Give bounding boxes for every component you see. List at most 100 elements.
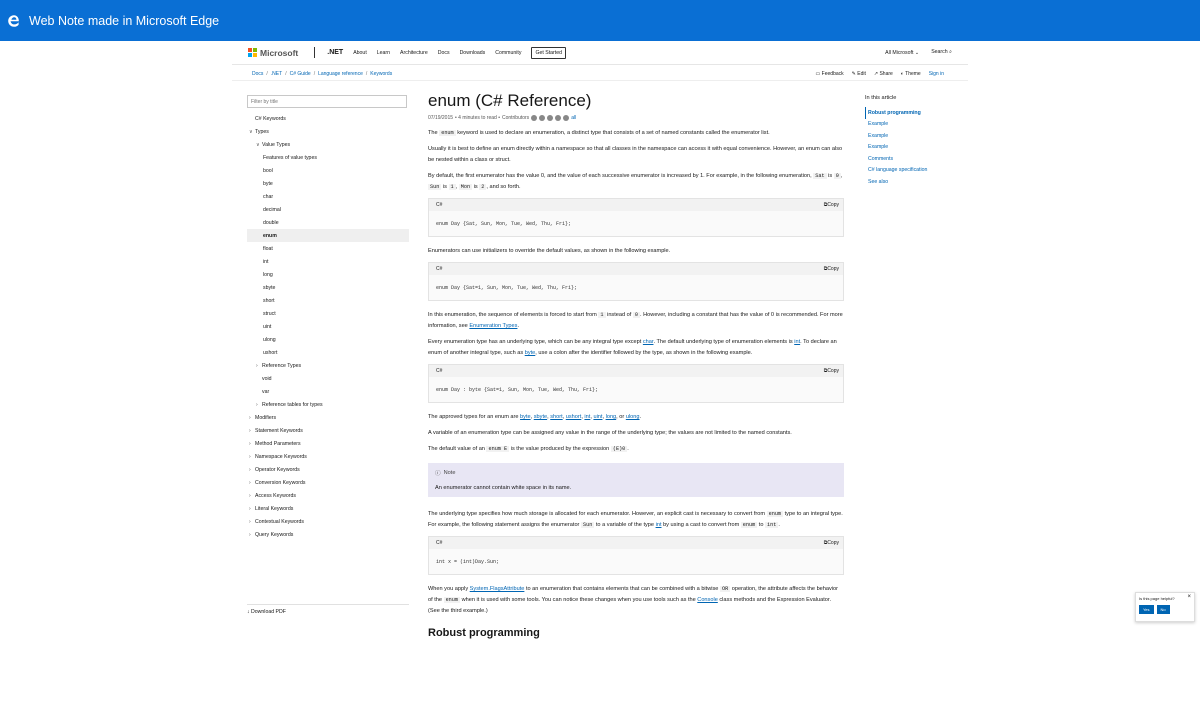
toc-link-language-specification[interactable]: C# language specification [865, 165, 965, 177]
sidebar-item-ulong[interactable]: ulong [247, 333, 409, 346]
sidebar-item-var[interactable]: var [247, 385, 409, 398]
in-this-article-nav: In this article Robust programming Examp… [865, 95, 965, 188]
paragraph: Usually it is best to define an enum dir… [428, 146, 843, 163]
toc-link-example[interactable]: Example [865, 119, 965, 131]
sidebar-item-void[interactable]: void [247, 372, 409, 385]
sidebar-item-value-types[interactable]: ∨ Value Types [247, 138, 409, 151]
nav-link-downloads[interactable]: Downloads [460, 50, 486, 56]
edit-action[interactable]: ✎ Edit [852, 71, 866, 77]
sidebar-item-access-keywords[interactable]: › Access Keywords [247, 489, 409, 502]
toc-link-see-also[interactable]: See also [865, 176, 965, 188]
all-microsoft-menu[interactable]: All Microsoft ⌄ [885, 50, 919, 56]
inline-code: enum E [486, 446, 510, 452]
feedback-popup: × Is this page helpful? Yes No [1135, 592, 1195, 622]
sidebar-item-contextual-keywords[interactable]: › Contextual Keywords [247, 515, 409, 528]
text: to an enumeration that contains elements… [524, 586, 720, 592]
enumeration-types-link[interactable]: Enumeration Types [469, 323, 517, 329]
theme-action[interactable]: ◐ Theme [901, 71, 921, 77]
char-link[interactable]: char [643, 339, 654, 345]
type-link[interactable]: ushort [566, 414, 582, 420]
sidebar-item-decimal[interactable]: decimal [247, 203, 409, 216]
no-button[interactable]: No [1156, 605, 1170, 614]
sidebar-item-uint[interactable]: uint [247, 320, 409, 333]
sidebar-item-ushort[interactable]: ushort [247, 346, 409, 359]
sidebar-item-conversion-keywords[interactable]: › Conversion Keywords [247, 476, 409, 489]
chevron-down-icon: ⌄ [914, 49, 920, 56]
sidebar-item-sbyte[interactable]: sbyte [247, 281, 409, 294]
nav-link-community[interactable]: Community [495, 50, 521, 56]
download-pdf-link[interactable]: ↓ Download PDF [247, 604, 409, 615]
sidebar-item-bool[interactable]: bool [247, 164, 409, 177]
sidebar-item-c-keywords[interactable]: C# Keywords [247, 112, 409, 125]
avatar[interactable] [555, 115, 562, 121]
sidebar-item-literal-keywords[interactable]: › Literal Keywords [247, 502, 409, 515]
avatar[interactable] [539, 115, 546, 121]
sidebar-item-namespace-keywords[interactable]: › Namespace Keywords [247, 450, 409, 463]
sidebar-item-struct[interactable]: struct [247, 307, 409, 320]
type-link[interactable]: int [584, 414, 590, 420]
type-link[interactable]: ulong [626, 414, 640, 420]
sidebar-item-operator-keywords[interactable]: › Operator Keywords [247, 463, 409, 476]
sidebar-item-double[interactable]: double [247, 216, 409, 229]
nav-link-learn[interactable]: Learn [377, 50, 390, 56]
sidebar-item-short[interactable]: short [247, 294, 409, 307]
type-link[interactable]: short [550, 414, 562, 420]
type-link[interactable]: byte [520, 414, 531, 420]
search-button[interactable]: Search ⌕ [931, 49, 952, 56]
toc-link-robust-programming[interactable]: Robust programming [865, 107, 965, 119]
avatar[interactable] [547, 115, 554, 121]
breadcrumb-docs[interactable]: Docs [252, 71, 263, 77]
avatar[interactable] [531, 115, 538, 121]
sidebar-item-features-of-value-types[interactable]: Features of value types [247, 151, 409, 164]
yes-button[interactable]: Yes [1139, 605, 1154, 614]
close-icon[interactable]: × [1187, 594, 1191, 600]
breadcrumb-language-reference[interactable]: Language reference [318, 71, 363, 77]
microsoft-logo[interactable]: Microsoft [248, 48, 298, 58]
nav-link-docs[interactable]: Docs [438, 50, 450, 56]
copy-button[interactable]: ⧉Copy [824, 368, 839, 374]
sidebar-item-long[interactable]: long [247, 268, 409, 281]
breadcrumb-dotnet[interactable]: .NET [271, 71, 282, 77]
breadcrumb-csharp-guide[interactable]: C# Guide [290, 71, 311, 77]
nav-link-about[interactable]: About [353, 50, 367, 56]
type-link[interactable]: sbyte [534, 414, 547, 420]
copy-button[interactable]: ⧉Copy [824, 540, 839, 546]
type-link[interactable]: long [606, 414, 617, 420]
byte-link[interactable]: byte [525, 350, 536, 356]
share-action[interactable]: ↗ Share [874, 71, 893, 77]
copy-button[interactable]: ⧉Copy [824, 202, 839, 208]
feedback-action[interactable]: ▭ Feedback [816, 71, 844, 77]
sidebar-item-reference-types[interactable]: › Reference Types [247, 359, 409, 372]
sidebar-item-modifiers[interactable]: › Modifiers [247, 411, 409, 424]
nav-link-architecture[interactable]: Architecture [400, 50, 428, 56]
sidebar-item-label: Query Keywords [255, 531, 294, 538]
inline-code: 0 [833, 173, 841, 179]
sidebar-item-enum[interactable]: enum [247, 229, 409, 242]
breadcrumb-keywords[interactable]: Keywords [370, 71, 392, 77]
sidebar-item-method-parameters[interactable]: › Method Parameters [247, 437, 409, 450]
sidebar-item-label: Method Parameters [255, 440, 301, 447]
console-link[interactable]: Console [697, 597, 718, 603]
type-link[interactable]: uint [593, 414, 602, 420]
toc-link-comments[interactable]: Comments [865, 153, 965, 165]
sidebar-item-byte[interactable]: byte [247, 177, 409, 190]
sidebar-item-int[interactable]: int [247, 255, 409, 268]
all-contributors-link[interactable]: all [571, 115, 576, 121]
avatar[interactable] [563, 115, 570, 121]
dotnet-link[interactable]: .NET [327, 49, 343, 56]
text: The [428, 130, 440, 136]
toc-link-example[interactable]: Example [865, 130, 965, 142]
sidebar-item-float[interactable]: float [247, 242, 409, 255]
flags-attribute-link[interactable]: System.FlagsAttribute [470, 586, 525, 592]
sidebar-item-types[interactable]: ∨ Types [247, 125, 409, 138]
sidebar-item-char[interactable]: char [247, 190, 409, 203]
filter-input[interactable] [247, 95, 407, 108]
sidebar-item-query-keywords[interactable]: › Query Keywords [247, 528, 409, 541]
sign-in-link[interactable]: Sign in [929, 71, 944, 77]
sidebar-item-statement-keywords[interactable]: › Statement Keywords [247, 424, 409, 437]
get-started-button[interactable]: Get Started [531, 46, 566, 59]
copy-button[interactable]: ⧉Copy [824, 266, 839, 272]
sidebar-item-reference-tables-for-types[interactable]: › Reference tables for types [247, 398, 409, 411]
sidebar-item-label: enum [263, 232, 277, 239]
toc-link-example[interactable]: Example [865, 142, 965, 154]
